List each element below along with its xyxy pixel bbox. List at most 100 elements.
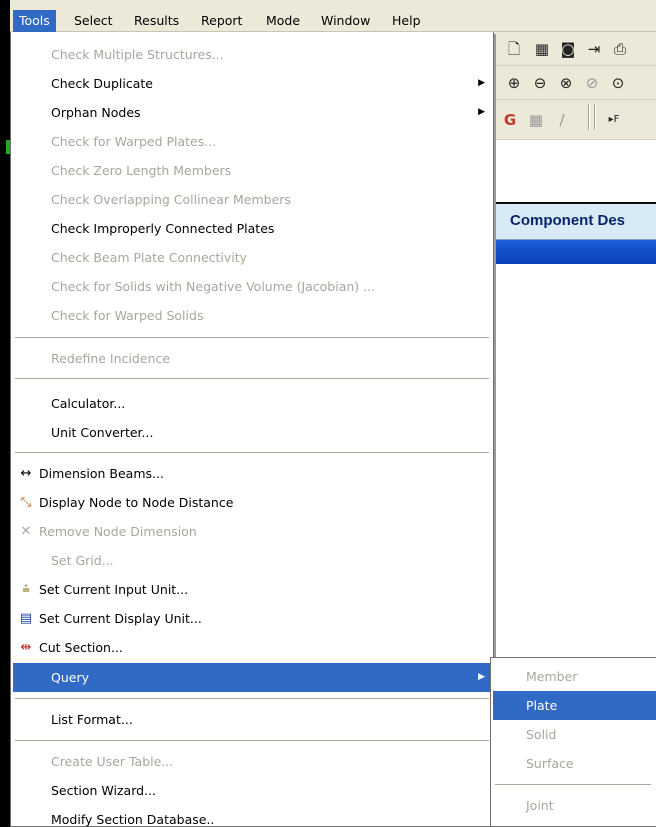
menu-item-section-wizard[interactable]: Section Wizard... — [13, 776, 491, 805]
menu-item-set-display-unit[interactable]: ▤ Set Current Display Unit... — [13, 604, 491, 633]
submenu-arrow-icon: ▶ — [478, 107, 485, 117]
angle-icon[interactable]: ∕ — [552, 110, 572, 130]
menu-item-check-warped-solids[interactable]: Check for Warped Solids — [13, 301, 491, 330]
menu-item-label: Remove Node Dimension — [39, 524, 197, 539]
menu-item-create-user-table[interactable]: Create User Table... — [13, 747, 491, 776]
menu-item-label: Check Beam Plate Connectivity — [51, 250, 248, 265]
toolbar-tools: G ▦ ∕ ▸F — [492, 100, 656, 140]
menu-item-set-input-unit[interactable]: ⩮ Set Current Input Unit... — [13, 575, 491, 604]
menu-item-dimension-beams[interactable]: ↔ Dimension Beams... — [13, 459, 491, 488]
dimension-beams-icon: ↔ — [20, 466, 32, 481]
zoom-window-icon[interactable]: ⊗ — [556, 73, 576, 93]
menu-item-check-multiple-structures[interactable]: Check Multiple Structures... — [13, 40, 491, 69]
toolbar-separator — [588, 104, 590, 130]
menu-item-check-zero-length[interactable]: Check Zero Length Members — [13, 156, 491, 185]
menu-item-modify-section-database[interactable]: Modify Section Database.. — [13, 805, 491, 827]
menu-item-label: Modify Section Database.. — [51, 812, 215, 827]
menu-item-list-format[interactable]: List Format... — [13, 705, 491, 734]
menu-item-check-improperly-connected[interactable]: Check Improperly Connected Plates — [13, 214, 491, 243]
menu-separator — [15, 337, 489, 339]
window-edge — [0, 0, 10, 827]
title-band — [492, 240, 656, 264]
menu-item-node-distance[interactable]: ⤡ Display Node to Node Distance — [13, 488, 491, 517]
menu-item-check-negative-volume[interactable]: Check for Solids with Negative Volume (J… — [13, 272, 491, 301]
zoom-all-icon[interactable]: ⊙ — [608, 73, 628, 93]
menu-item-label: Query — [51, 670, 89, 685]
camera-icon[interactable]: ◙ — [558, 39, 578, 59]
menu-select[interactable]: Select — [68, 10, 119, 32]
menu-item-label: Set Current Display Unit... — [39, 611, 202, 626]
menu-item-check-overlapping[interactable]: Check Overlapping Collinear Members — [13, 185, 491, 214]
menu-item-orphan-nodes[interactable]: Orphan Nodes ▶ — [13, 98, 491, 127]
calculator-icon[interactable]: ▦ — [532, 39, 552, 59]
menu-item-redefine-incidence[interactable]: Redefine Incidence — [13, 344, 491, 373]
submenu-item-label: Surface — [526, 756, 574, 771]
menu-item-label: Create User Table... — [51, 754, 174, 769]
zoom-out-icon[interactable]: ⊖ — [530, 73, 550, 93]
menu-item-label: Cut Section... — [39, 640, 123, 655]
formula-icon[interactable]: ▸F — [604, 110, 624, 130]
menu-item-label: Check Multiple Structures... — [51, 47, 224, 62]
menu-separator — [495, 784, 651, 786]
submenu-item-label: Solid — [526, 727, 557, 742]
menu-item-check-duplicate[interactable]: Check Duplicate ▶ — [13, 69, 491, 98]
submenu-item-label: Joint — [526, 798, 554, 813]
menu-item-label: Display Node to Node Distance — [39, 495, 234, 510]
zoom-previous-icon[interactable]: ⊘ — [582, 73, 602, 93]
menu-item-label: Check Zero Length Members — [51, 163, 232, 178]
remove-node-dimension-icon: ✕ — [20, 524, 32, 539]
display-unit-icon: ▤ — [19, 611, 33, 626]
submenu-item-joint[interactable]: Joint — [493, 791, 656, 820]
menu-separator — [15, 378, 489, 380]
menu-item-label: Check for Warped Solids — [51, 308, 204, 323]
menu-item-query[interactable]: Query ▶ — [13, 663, 491, 692]
submenu-item-surface[interactable]: Surface — [493, 749, 656, 778]
submenu-item-solid[interactable]: Solid — [493, 720, 656, 749]
menu-item-label: Dimension Beams... — [39, 466, 164, 481]
menu-results[interactable]: Results — [128, 10, 185, 32]
menu-item-calculator[interactable]: Calculator... — [13, 389, 491, 418]
menu-separator — [15, 698, 489, 700]
menu-item-label: List Format... — [51, 712, 133, 727]
menu-item-check-warped-plates[interactable]: Check for Warped Plates... — [13, 127, 491, 156]
menu-help[interactable]: Help — [386, 10, 427, 32]
menu-separator — [15, 740, 489, 742]
export-icon[interactable]: ⇥ — [584, 39, 604, 59]
menu-item-remove-node-dimension[interactable]: ✕ Remove Node Dimension — [13, 517, 491, 546]
menu-report[interactable]: Report — [195, 10, 248, 32]
grid-icon[interactable]: ▦ — [526, 110, 546, 130]
menu-item-label: Check Improperly Connected Plates — [51, 221, 275, 236]
component-design-header: Component Des — [492, 202, 656, 240]
submenu-arrow-icon: ▶ — [478, 672, 485, 682]
menu-mode[interactable]: Mode — [260, 10, 306, 32]
menu-item-set-grid[interactable]: Set Grid... — [13, 546, 491, 575]
rotate-icon[interactable]: G — [500, 110, 520, 130]
menu-tools[interactable]: Tools — [13, 10, 56, 32]
node-distance-icon: ⤡ — [20, 495, 32, 510]
toolbar-file: 🗋 ▦ ◙ ⇥ ⎙ — [492, 32, 656, 66]
tools-menu: Check Multiple Structures... Check Dupli… — [10, 32, 494, 827]
submenu-item-label: Member — [526, 669, 578, 684]
submenu-item-member[interactable]: Member — [493, 662, 656, 691]
submenu-item-plate[interactable]: Plate — [493, 691, 656, 720]
menu-item-label: Orphan Nodes — [51, 105, 141, 120]
menu-item-label: Check for Solids with Negative Volume (J… — [51, 279, 376, 294]
menu-item-label: Check Overlapping Collinear Members — [51, 192, 291, 207]
menu-item-cut-section[interactable]: ⇹ Cut Section... — [13, 633, 491, 662]
menu-item-unit-converter[interactable]: Unit Converter... — [13, 418, 491, 447]
print-preview-icon[interactable]: 🗋 — [504, 39, 524, 59]
menu-item-label: Check for Warped Plates... — [51, 134, 217, 149]
menu-item-label: Unit Converter... — [51, 425, 154, 440]
menu-bar: Tools Select Results Report Mode Window … — [10, 0, 656, 32]
menu-item-label: Set Current Input Unit... — [39, 582, 189, 597]
menu-window[interactable]: Window — [315, 10, 376, 32]
blank-area — [492, 140, 656, 188]
print-icon[interactable]: ⎙ — [610, 39, 630, 59]
input-unit-icon: ⩮ — [22, 582, 30, 597]
menu-item-label: Calculator... — [51, 396, 126, 411]
zoom-in-icon[interactable]: ⊕ — [504, 73, 524, 93]
menu-item-check-beam-plate[interactable]: Check Beam Plate Connectivity — [13, 243, 491, 272]
menu-item-label: Check Duplicate — [51, 76, 153, 91]
toolbar-separator — [594, 104, 596, 130]
cut-section-icon: ⇹ — [20, 640, 32, 655]
